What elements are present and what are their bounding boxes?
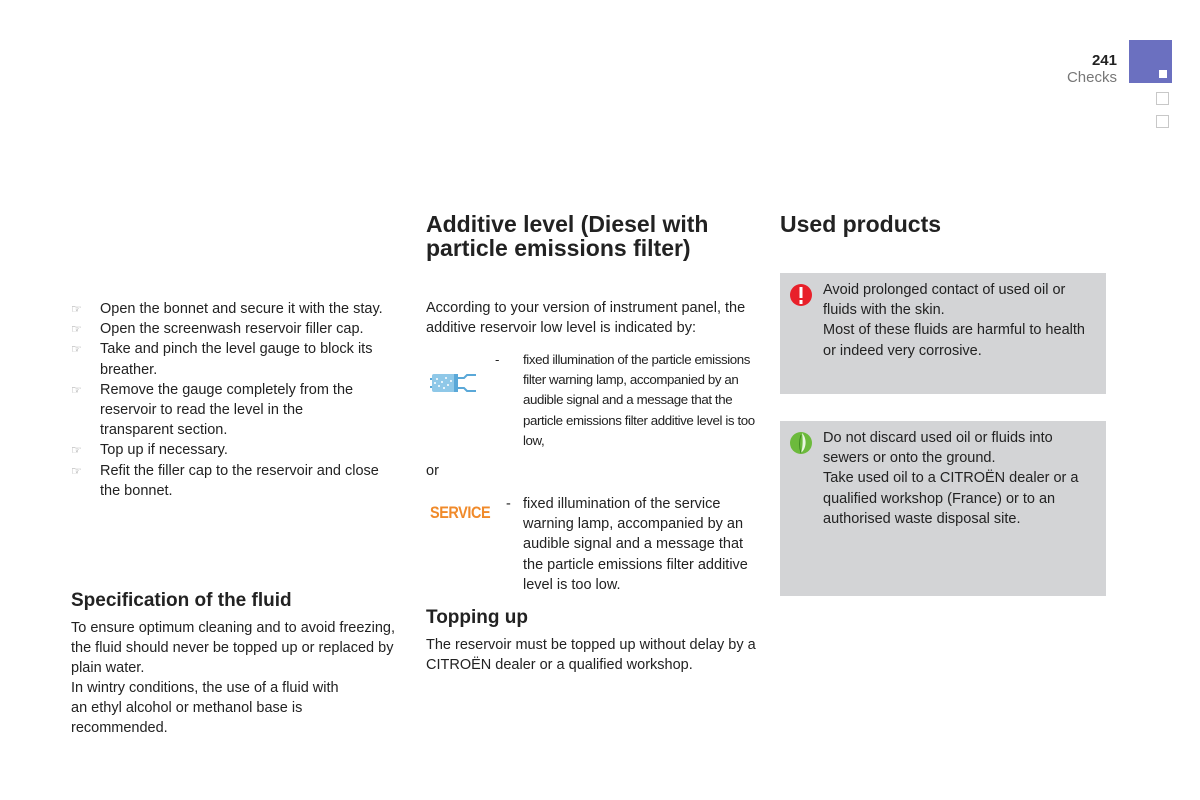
used-products-heading: Used products [780, 211, 942, 237]
warning-text-2: Most of these fluids are harmful to heal… [823, 322, 1085, 359]
topping-text: The reservoir must be topped up without … [426, 637, 756, 674]
pointing-hand-icon: ☞ [71, 443, 82, 458]
warning-text-1: Avoid prolonged contact of used oil or f… [823, 282, 1066, 319]
pointing-hand-icon: ☞ [71, 342, 82, 357]
step-item: ☞ Remove the gauge completely from the re… [71, 381, 354, 439]
particle-filter-warning-icon [430, 371, 478, 395]
eco-text-1: Do not discard used oil or fluids into s… [823, 430, 1053, 467]
step-item: ☞ Open the bonnet and secure it with the … [71, 299, 401, 319]
eco-text-2: Take used oil to a CITROËN dealer or a q… [823, 470, 1079, 527]
spec-text-1: To ensure optimum cleaning and to avoid … [71, 620, 396, 677]
pointing-hand-icon: ☞ [71, 302, 82, 316]
indicator-2: - fixed illumination of the service warn… [506, 494, 766, 595]
step-item: ☞ Open the screenwash reservoir filler ca… [71, 319, 401, 339]
service-warning-icon: SERVICE [430, 503, 491, 522]
pointing-hand-icon: ☞ [71, 322, 82, 337]
topping-heading: Topping up [426, 607, 528, 628]
section-tab[interactable] [1156, 115, 1169, 128]
pointing-hand-icon: ☞ [71, 382, 82, 397]
additive-intro: According to your version of instrument … [426, 300, 746, 337]
pointing-hand-icon: ☞ [71, 463, 82, 478]
section-title: Checks [1066, 69, 1117, 86]
indicator-1-text: fixed illumination of the particle emiss… [523, 352, 755, 448]
spec-heading: Specification of the fluid [71, 590, 292, 611]
page-number: 241 [1091, 52, 1117, 69]
step-item: ☞ Top up if necessary. [71, 440, 401, 460]
indicator-2-text: fixed illumination of the service warnin… [523, 496, 748, 593]
step-item: ☞ Refit the filler cap to the reservoir a… [71, 462, 379, 499]
section-tab-active[interactable] [1129, 40, 1172, 83]
or-label: or [426, 463, 439, 479]
procedure-steps: ☞ Open the bonnet and secure it with the … [71, 299, 401, 501]
active-tab-marker [1159, 70, 1167, 78]
eco-leaf-icon [790, 432, 812, 454]
spec-text-2: In wintry conditions, the use of a fluid… [71, 680, 339, 737]
indicator-1: - fixed illumination of the particle emi… [495, 350, 760, 451]
eco-note-box: Do not discard used oil or fluids into s… [780, 421, 1106, 596]
step-item: ☞ Take and pinch the level gauge to block… [71, 341, 373, 378]
warning-note-box: Avoid prolonged contact of used oil or f… [780, 273, 1106, 394]
warning-exclamation-icon [790, 284, 812, 306]
section-tab[interactable] [1156, 92, 1169, 105]
additive-heading: Additive level (Diesel with particle emi… [426, 211, 709, 261]
